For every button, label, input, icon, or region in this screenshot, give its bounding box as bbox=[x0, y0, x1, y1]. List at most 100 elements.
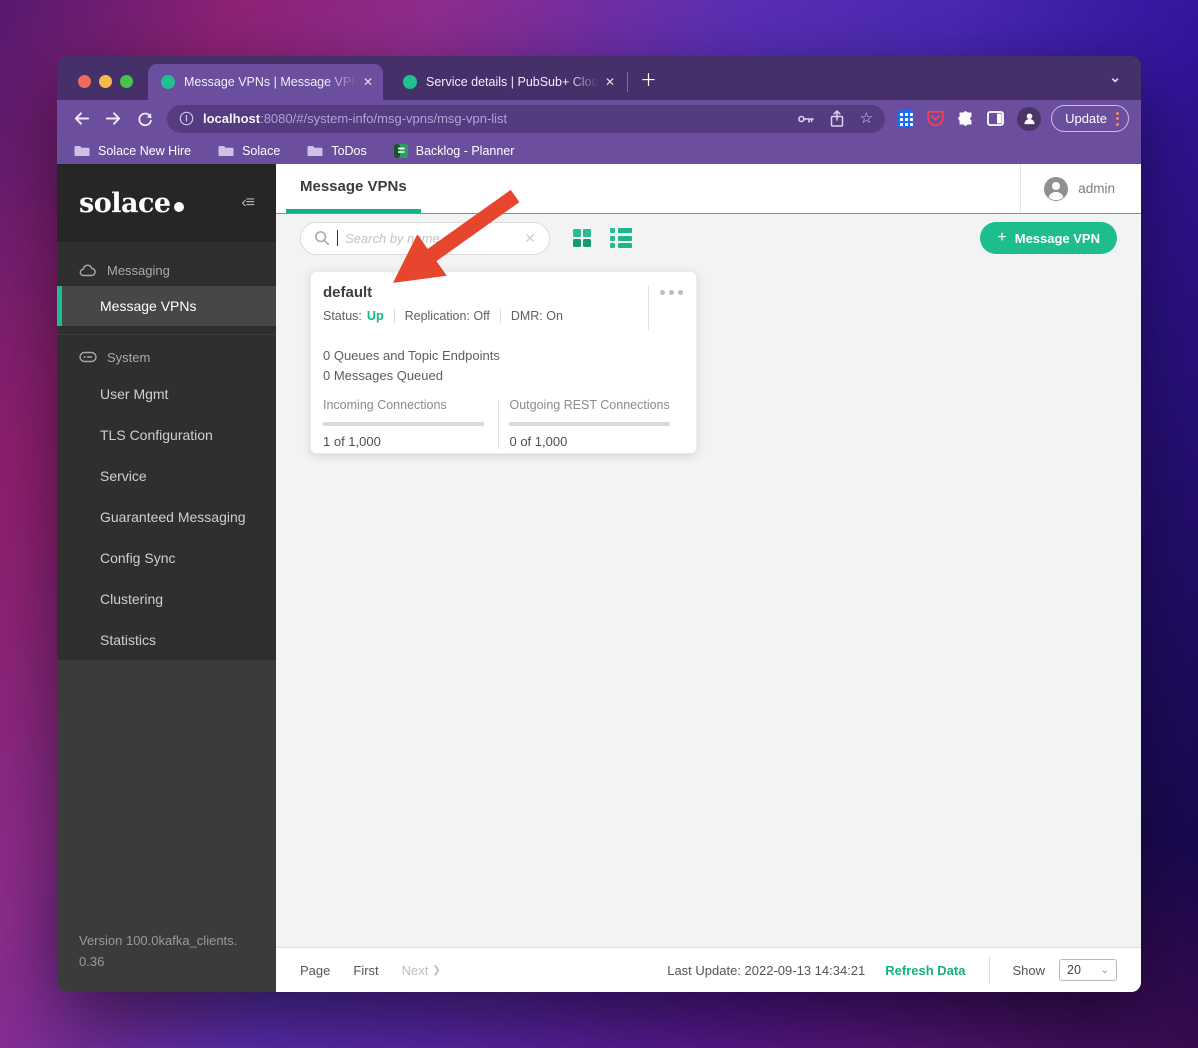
tab-service-details[interactable]: Service details | PubSub+ Clou ✕ bbox=[390, 64, 625, 100]
share-icon[interactable] bbox=[830, 110, 844, 127]
divider bbox=[499, 309, 501, 323]
bookmark-solace-new-hire[interactable]: Solace New Hire bbox=[74, 144, 191, 158]
main-header: Message VPNs admin bbox=[276, 164, 1141, 214]
sidebar-item-config-sync[interactable]: Config Sync bbox=[57, 537, 276, 578]
text-caret bbox=[337, 230, 338, 246]
tab-favicon bbox=[403, 75, 417, 89]
card-header-divider bbox=[648, 286, 649, 330]
bookmark-backlog-planner[interactable]: Backlog - Planner bbox=[393, 143, 515, 158]
page-content: solace ‹≡ Messaging Message VPNs System … bbox=[57, 164, 1141, 992]
divider bbox=[393, 309, 395, 323]
sidebar-item-tls-configuration[interactable]: TLS Configuration bbox=[57, 414, 276, 455]
password-key-icon[interactable] bbox=[797, 114, 814, 124]
sidebar-item-guaranteed-messaging[interactable]: Guaranteed Messaging bbox=[57, 496, 276, 537]
sidebar-item-user-mgmt[interactable]: User Mgmt bbox=[57, 373, 276, 414]
tab-close-icon[interactable]: ✕ bbox=[363, 75, 373, 89]
browser-profile-avatar[interactable] bbox=[1017, 106, 1042, 131]
sidebar-item-message-vpns[interactable]: Message VPNs bbox=[57, 286, 276, 326]
vpn-card-zone: default Status: Up Replication: Off DMR:… bbox=[276, 262, 1141, 947]
dmr-value: DMR: On bbox=[510, 309, 563, 323]
solace-logo-dot bbox=[173, 201, 184, 212]
nav-item-label: Service bbox=[100, 467, 147, 484]
nav-item-label: Message VPNs bbox=[100, 298, 197, 314]
grid-view-icon[interactable] bbox=[573, 229, 591, 247]
extensions-puzzle-icon[interactable] bbox=[957, 110, 974, 127]
sidebar-item-statistics[interactable]: Statistics bbox=[57, 619, 276, 660]
page-label: Page bbox=[300, 962, 331, 978]
sidebar-collapse-icon[interactable]: ‹≡ bbox=[241, 194, 255, 212]
messages-line: 0 Messages Queued bbox=[323, 368, 443, 383]
metric-divider bbox=[497, 400, 499, 449]
pagination-footer: Page First Next ❯ Last Update: 2022-09-1… bbox=[276, 947, 1141, 992]
browser-menu-icon[interactable] bbox=[1116, 111, 1119, 126]
metric-value: 0 of 1,000 bbox=[509, 434, 568, 449]
reload-button[interactable] bbox=[133, 107, 157, 131]
zoom-window-button[interactable] bbox=[120, 75, 133, 88]
new-tab-button[interactable]: ＋ bbox=[640, 66, 657, 91]
metric-value: 1 of 1,000 bbox=[323, 434, 381, 449]
folder-icon bbox=[218, 146, 234, 156]
card-menu-icon[interactable] bbox=[660, 290, 683, 295]
bookmarks-bar: Solace New Hire Solace ToDos Backlog - P… bbox=[57, 137, 1141, 164]
vpn-name[interactable]: default bbox=[323, 284, 372, 301]
vpn-card-default[interactable]: default Status: Up Replication: Off DMR:… bbox=[310, 271, 697, 454]
browser-update-button[interactable]: Update bbox=[1051, 105, 1129, 132]
sidebar-footer: Version 100.0kafka_clients. 0.36 bbox=[57, 660, 276, 992]
bookmark-label: Solace bbox=[242, 143, 281, 158]
search-clear-icon[interactable]: ✕ bbox=[524, 230, 536, 247]
user-menu[interactable]: admin bbox=[1020, 164, 1141, 213]
chevron-down-icon: ⌄ bbox=[1100, 964, 1109, 976]
replication-value: Replication: Off bbox=[404, 309, 490, 323]
side-panel-icon[interactable] bbox=[987, 111, 1004, 126]
footer-divider bbox=[989, 956, 991, 984]
nav-item-label: Clustering bbox=[100, 590, 164, 607]
status-value: Up bbox=[366, 309, 384, 323]
window-controls bbox=[78, 75, 133, 88]
search-input[interactable] bbox=[345, 230, 518, 246]
section-label: Messaging bbox=[107, 262, 170, 278]
forward-button[interactable] bbox=[101, 107, 125, 131]
apps-grid-icon[interactable] bbox=[897, 110, 915, 127]
sidebar-item-service[interactable]: Service bbox=[57, 455, 276, 496]
progress-bar bbox=[323, 422, 484, 426]
folder-icon bbox=[74, 146, 90, 156]
bookmark-todos[interactable]: ToDos bbox=[307, 144, 367, 158]
list-view-icon[interactable] bbox=[610, 228, 632, 248]
tab-search-chevron-icon[interactable]: ⌄ bbox=[1109, 69, 1121, 86]
page-size-value: 20 bbox=[1067, 963, 1081, 977]
bookmark-label: Backlog - Planner bbox=[415, 143, 515, 158]
back-button[interactable] bbox=[69, 107, 93, 131]
tab-close-icon[interactable]: ✕ bbox=[605, 75, 615, 89]
browser-window: Message VPNs | Message VPN ✕ Service det… bbox=[57, 56, 1141, 992]
minimize-window-button[interactable] bbox=[99, 75, 112, 88]
address-bar[interactable]: localhost :8080/#/system-info/msg-vpns/m… bbox=[167, 104, 886, 133]
solace-logo: solace bbox=[79, 188, 184, 219]
bookmark-star-icon[interactable]: ☆ bbox=[860, 111, 873, 126]
site-info-icon[interactable] bbox=[179, 111, 194, 126]
sidebar-item-clustering[interactable]: Clustering bbox=[57, 578, 276, 619]
next-label: Next bbox=[401, 962, 429, 978]
next-page-button[interactable]: Next ❯ bbox=[402, 963, 441, 978]
refresh-data-button[interactable]: Refresh Data bbox=[885, 963, 965, 978]
sidebar-nav: Messaging Message VPNs System User Mgmt … bbox=[57, 242, 276, 660]
update-label: Update bbox=[1065, 111, 1107, 126]
tab-message-vpns[interactable]: Message VPNs | Message VPN ✕ bbox=[148, 64, 383, 100]
version-text: Version 100.0kafka_clients. 0.36 bbox=[79, 933, 238, 969]
add-button-label: Message VPN bbox=[1014, 230, 1100, 246]
plus-icon: + bbox=[997, 229, 1007, 246]
browser-toolbar: localhost :8080/#/system-info/msg-vpns/m… bbox=[57, 100, 1141, 137]
first-page-button[interactable]: First bbox=[353, 963, 378, 978]
add-message-vpn-button[interactable]: + Message VPN bbox=[980, 222, 1117, 254]
nav-item-label: User Mgmt bbox=[100, 385, 169, 402]
card-header: default bbox=[311, 284, 696, 330]
nav-item-label: TLS Configuration bbox=[100, 426, 213, 443]
tab-message-vpns-page[interactable]: Message VPNs bbox=[286, 164, 421, 213]
search-box[interactable]: ✕ bbox=[300, 221, 550, 255]
pocket-icon[interactable] bbox=[927, 110, 944, 127]
nav-item-label: Config Sync bbox=[100, 549, 176, 566]
bookmark-solace[interactable]: Solace bbox=[218, 144, 280, 158]
last-update-text: Last Update: 2022-09-13 14:34:21 bbox=[667, 962, 866, 978]
close-window-button[interactable] bbox=[78, 75, 91, 88]
planner-icon bbox=[393, 143, 408, 158]
page-size-select[interactable]: 20 ⌄ bbox=[1059, 959, 1117, 981]
